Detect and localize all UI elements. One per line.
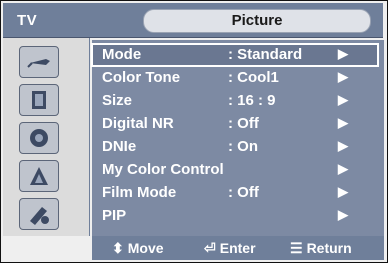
menu-header: TV Picture <box>3 3 383 38</box>
arrow-right-icon: ▶ <box>338 184 348 199</box>
menu-item-label: Digital NR <box>102 115 174 132</box>
arrow-right-icon: ▶ <box>338 138 348 153</box>
menu-item-label: DNIe <box>102 138 137 155</box>
enter-icon: ⏎ <box>204 240 216 256</box>
menu-item-value: : Off <box>228 184 259 201</box>
menu-item-label: Mode <box>102 46 142 63</box>
return-label: Return <box>306 240 352 256</box>
menu-item-value: : 16 : 9 <box>228 92 276 109</box>
enter-hint: ⏎ Enter <box>204 240 256 257</box>
arrow-right-icon: ▶ <box>338 161 348 176</box>
category-sidebar <box>3 38 90 236</box>
move-hint: ⬍ Move <box>112 240 164 257</box>
arrow-right-icon: ▶ <box>338 92 348 107</box>
tools-icon[interactable] <box>19 198 59 230</box>
menu-item-label: My Color Control <box>102 161 224 178</box>
menu-item-label: Size <box>102 92 133 109</box>
device-label: TV <box>17 12 38 29</box>
menu-item-color-tone[interactable]: Color Tone : Cool1 ▶ <box>92 67 378 89</box>
menu-item-label: Color Tone <box>102 69 181 86</box>
menu-item-mode[interactable]: Mode : Standard ▶ <box>91 43 379 67</box>
menu-item-value: : Standard <box>228 46 303 63</box>
menu-item-pip[interactable]: PIP ▶ <box>92 205 378 227</box>
arrow-right-icon: ▶ <box>338 69 348 84</box>
arrow-right-icon: ▶ <box>338 115 348 130</box>
antenna-icon[interactable] <box>19 46 59 78</box>
footer-spacer <box>3 236 89 260</box>
menu-title: Picture <box>143 9 371 33</box>
menu-item-dnie[interactable]: DNIe : On ▶ <box>92 136 378 158</box>
arrow-right-icon: ▶ <box>338 207 348 222</box>
menu-item-label: PIP <box>102 207 127 224</box>
menu-item-size[interactable]: Size : 16 : 9 ▶ <box>92 90 378 112</box>
move-label: Move <box>127 240 164 256</box>
updown-arrow-icon: ⬍ <box>112 240 124 256</box>
menu-item-value: : Cool1 <box>228 69 279 86</box>
footer-hints: ⬍ Move ⏎ Enter ☰ Return <box>92 236 384 260</box>
menu-item-film-mode[interactable]: Film Mode : Off ▶ <box>92 182 378 204</box>
return-hint: ☰ Return <box>290 240 352 257</box>
speaker-icon[interactable] <box>19 122 59 154</box>
menu-item-value: : Off <box>228 115 259 132</box>
picture-icon[interactable] <box>19 84 59 116</box>
arrow-right-icon: ▶ <box>338 46 348 61</box>
menu-item-my-color-control[interactable]: My Color Control ▶ <box>92 159 378 181</box>
menu-item-digital-nr[interactable]: Digital NR : Off ▶ <box>92 113 378 135</box>
menu-item-value: : On <box>228 138 258 155</box>
menu-item-label: Film Mode <box>102 184 177 201</box>
return-icon: ☰ <box>290 240 303 256</box>
satellite-icon[interactable] <box>19 160 59 192</box>
picture-menu: Mode : Standard ▶ Color Tone : Cool1 ▶ S… <box>91 40 384 236</box>
enter-label: Enter <box>219 240 256 256</box>
